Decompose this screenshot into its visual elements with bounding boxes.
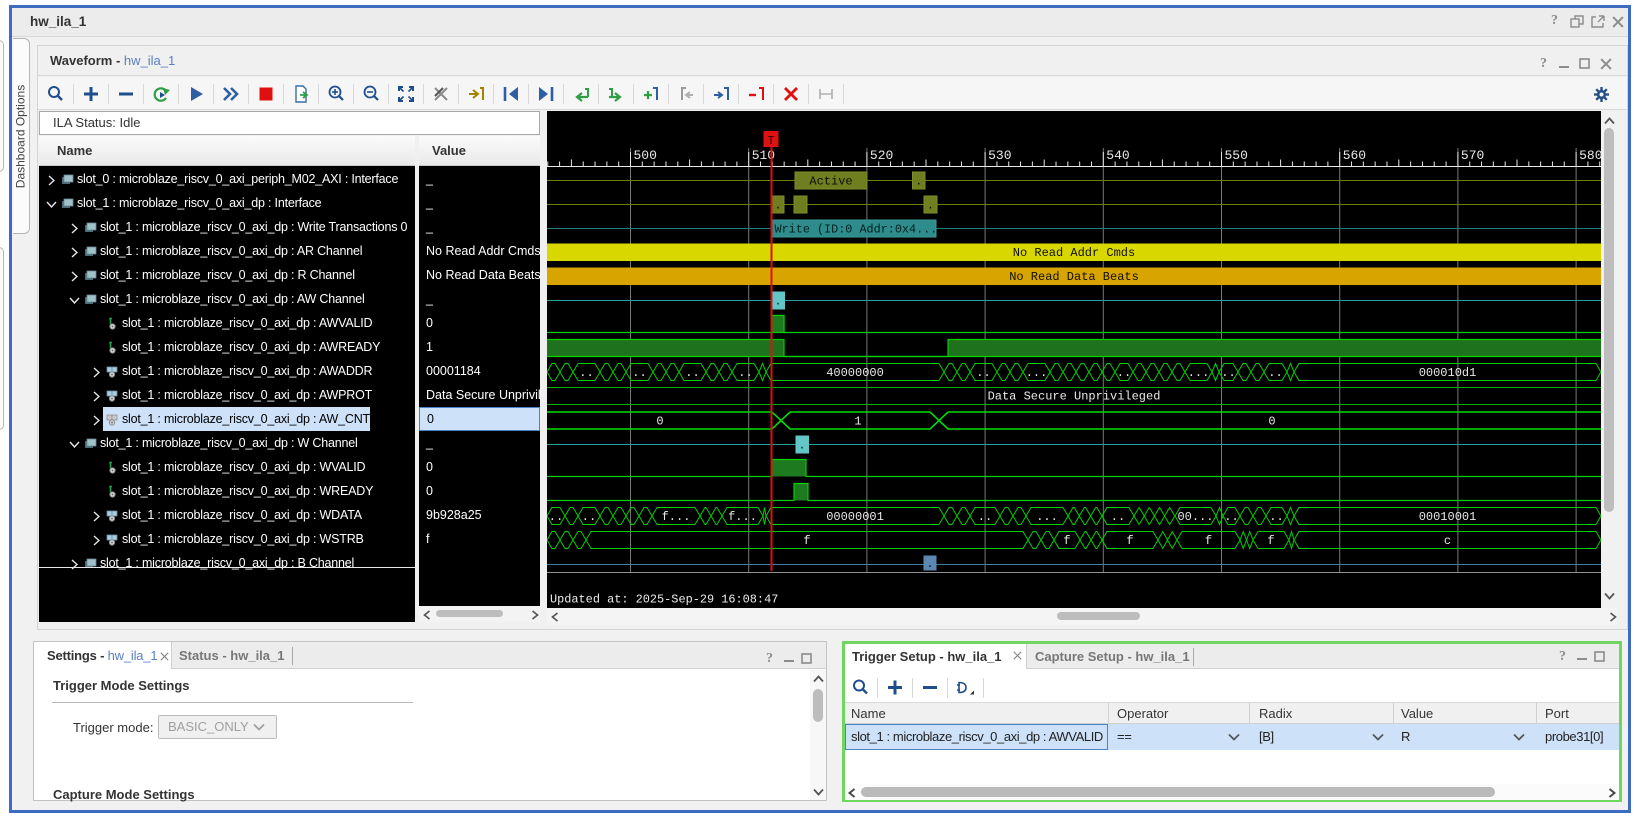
svg-text:570: 570 bbox=[1461, 148, 1484, 163]
svg-text:560: 560 bbox=[1343, 148, 1366, 163]
svg-text:0: 0 bbox=[1268, 415, 1275, 429]
svg-text:540: 540 bbox=[1106, 148, 1129, 163]
svg-text:Active: Active bbox=[809, 175, 852, 189]
svg-text:00000001: 00000001 bbox=[826, 510, 884, 524]
svg-text:..: .. bbox=[1111, 510, 1125, 524]
svg-text:Data Secure Unprivileged: Data Secure Unprivileged bbox=[988, 390, 1161, 404]
svg-text:1: 1 bbox=[854, 415, 861, 429]
svg-text:..: .. bbox=[579, 366, 593, 380]
svg-text:c: c bbox=[1444, 534, 1451, 548]
svg-text:Write (ID:0 Addr:0x4...: Write (ID:0 Addr:0x4... bbox=[775, 223, 938, 237]
svg-text:f...: f... bbox=[728, 510, 757, 524]
svg-text:580: 580 bbox=[1579, 148, 1601, 163]
svg-text:40000000: 40000000 bbox=[826, 366, 884, 380]
svg-text:530: 530 bbox=[988, 148, 1011, 163]
svg-text:f: f bbox=[1063, 534, 1070, 548]
svg-text:f: f bbox=[1126, 534, 1133, 548]
svg-text:No Read Addr Cmds: No Read Addr Cmds bbox=[1013, 246, 1135, 260]
svg-text:0: 0 bbox=[656, 415, 663, 429]
svg-text:00010001: 00010001 bbox=[1419, 510, 1477, 524]
svg-text:..: .. bbox=[1221, 366, 1235, 380]
svg-text:..: .. bbox=[685, 366, 699, 380]
svg-text:f: f bbox=[803, 534, 810, 548]
svg-text:550: 550 bbox=[1225, 148, 1248, 163]
svg-text:00...: 00... bbox=[1177, 510, 1213, 524]
svg-text:No Read Data Beats: No Read Data Beats bbox=[1009, 270, 1139, 284]
svg-text:..: .. bbox=[549, 510, 563, 524]
svg-text:520: 520 bbox=[870, 148, 893, 163]
svg-text:f...: f... bbox=[662, 510, 691, 524]
svg-text:..: .. bbox=[1269, 510, 1283, 524]
svg-text:..: .. bbox=[632, 366, 646, 380]
svg-text:f: f bbox=[1205, 534, 1212, 548]
svg-text:..: .. bbox=[738, 366, 752, 380]
svg-text:000010d1: 000010d1 bbox=[1419, 366, 1477, 380]
svg-text:.: . bbox=[798, 439, 805, 453]
svg-text:..: .. bbox=[1224, 510, 1238, 524]
svg-text:...: ... bbox=[1036, 510, 1058, 524]
svg-text:500: 500 bbox=[634, 148, 657, 163]
svg-text:...: ... bbox=[1188, 366, 1210, 380]
svg-text:..: .. bbox=[976, 366, 990, 380]
svg-text:T: T bbox=[767, 134, 774, 148]
svg-text:.: . bbox=[774, 295, 781, 309]
svg-text:..: .. bbox=[582, 510, 596, 524]
svg-text:.: . bbox=[926, 557, 933, 571]
svg-text:f: f bbox=[1267, 534, 1274, 548]
svg-text:Updated at: 2025-Sep-29 16:08:: Updated at: 2025-Sep-29 16:08:47 bbox=[550, 593, 778, 607]
svg-text:.: . bbox=[915, 175, 922, 189]
svg-text:..: .. bbox=[1117, 366, 1131, 380]
svg-text:..: .. bbox=[978, 510, 992, 524]
svg-text:..: .. bbox=[1268, 366, 1282, 380]
svg-text:.: . bbox=[927, 199, 934, 213]
svg-text:.: . bbox=[774, 199, 781, 213]
svg-text:...: ... bbox=[1026, 366, 1048, 380]
